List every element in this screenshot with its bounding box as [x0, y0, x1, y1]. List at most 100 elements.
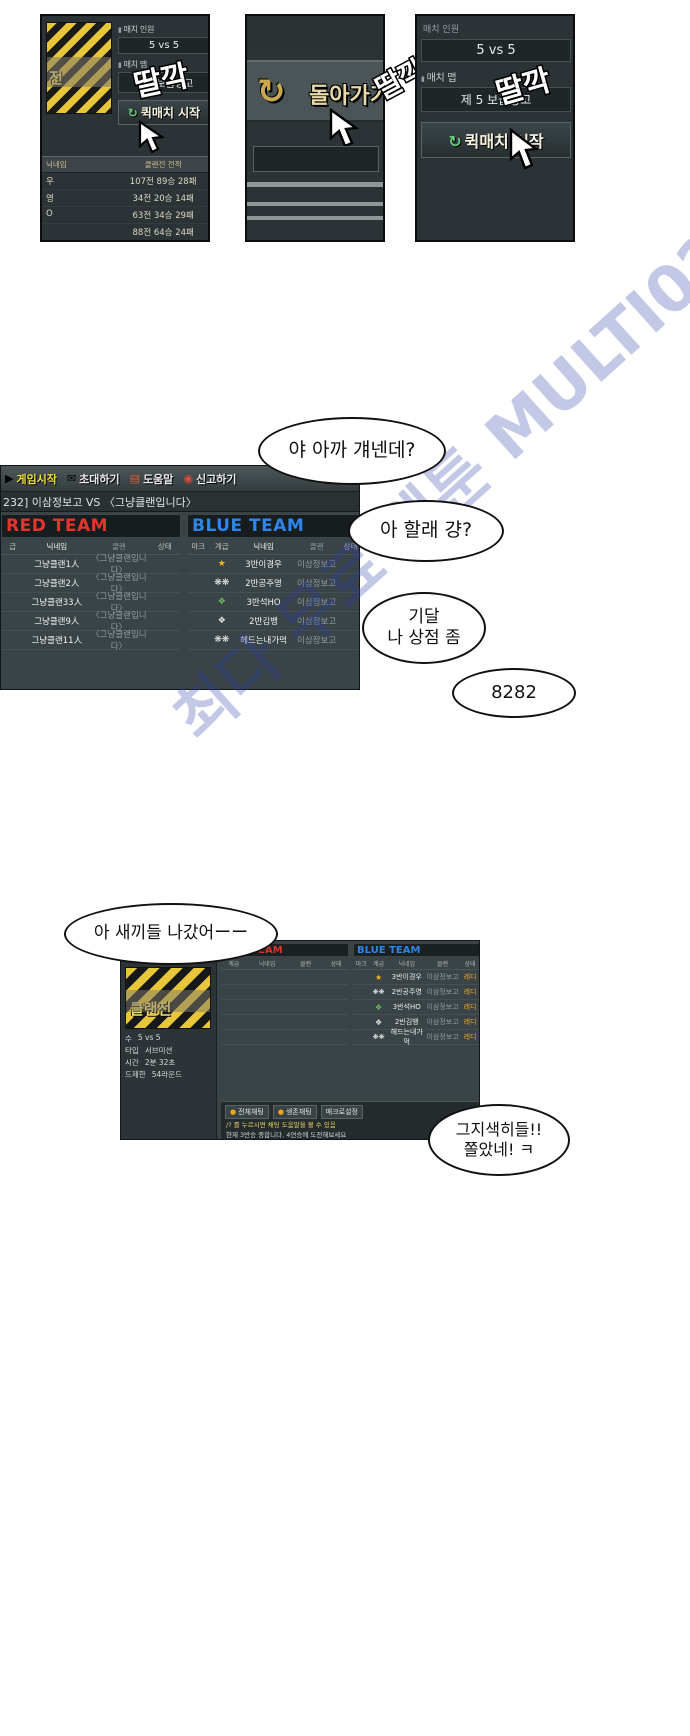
header-nickname: 닉네임 — [253, 542, 274, 551]
cell-status: 레디 — [463, 973, 477, 981]
chat-tab-all[interactable]: ● 전체채팅 — [225, 1105, 269, 1119]
info-row: 시간 2분 32초 — [125, 1057, 175, 1068]
table-row-empty[interactable] — [221, 1000, 349, 1015]
rank-dots-icon: ❋❋ — [372, 1033, 385, 1041]
table-row[interactable]: ❖ 3반석HO 이삼정보고 — [187, 593, 359, 612]
quickmatch-start-button[interactable]: ↻ 퀵매치 시작 — [421, 122, 571, 158]
toolbar-report-label: 신고하기 — [196, 472, 237, 486]
info-row: 수 5 vs 5 — [125, 1033, 161, 1044]
play-icon: ▶ — [5, 472, 14, 485]
bullet-icon: ● — [277, 1108, 284, 1116]
bullet-icon: ● — [230, 1108, 237, 1116]
chat-tab-survivor[interactable]: ● 생존채팅 — [272, 1105, 317, 1119]
quickmatch-start-label: 퀵매치 시작 — [140, 106, 201, 120]
rank-star-icon: ★ — [374, 972, 383, 982]
header-nickname: 닉네임 — [258, 961, 276, 968]
info-value: 5 vs 5 — [137, 1033, 161, 1042]
mouse-cursor-icon — [509, 128, 540, 170]
table-row-empty[interactable] — [221, 1015, 349, 1030]
cell-clan: 이삼정보고 — [297, 579, 337, 589]
toolbar-report[interactable]: ◉ 신고하기 — [183, 471, 236, 487]
cell-nickname: 3반이경우 — [391, 973, 422, 981]
red-team-banner: RED TEAM — [1, 514, 181, 538]
rank-dots-icon: ❋❋ — [372, 988, 385, 996]
refresh-icon: ↻ — [448, 132, 462, 151]
speech-bubble-4: 8282 — [452, 668, 576, 718]
table-row[interactable]: ❖ 3반석HO 이삼정보고 레디 — [353, 1000, 479, 1015]
info-value: 54라운드 — [151, 1070, 182, 1079]
cell-clan: 이삼정보고 — [426, 1018, 459, 1026]
blue-team-title-2: BLUE TEAM — [357, 944, 421, 956]
screenshot-panel-quickmatch-3: 매치 인원 5 vs 5 매치 맵 제 5 보급창고 ↻퀵매치 시작 — [415, 14, 575, 242]
cell-nickname: 그냥클랜33人 — [31, 598, 83, 608]
match-size-label-partial: 매치 인원 — [423, 25, 459, 35]
screenshot-panel-back-2: ↻ 돌아가기 — [245, 14, 385, 242]
table-row[interactable]: 가먹는다 26전 11승 15패 — [42, 241, 208, 242]
top-filler-bar — [247, 16, 383, 50]
cell-record: 107전 89승 28패 — [129, 177, 197, 187]
cell-record: 63전 34승 29패 — [132, 211, 194, 221]
red-team-panel: RED TEAM 급 닉네임 클랜 상태 그냥클랜1人 〈그냥클랜입니다〉 그냥… — [1, 514, 181, 689]
envelope-icon: ✉ — [66, 472, 77, 485]
cell-clan: 이삼정보고 — [297, 617, 337, 627]
cell-nickname: 3반석HO — [246, 598, 281, 608]
cell-clan: 이삼정보고 — [297, 636, 337, 646]
chat-tab-survivor-label: 생존채팅 — [285, 1108, 312, 1116]
cell-nickname: 3반석HO — [392, 1003, 421, 1011]
cell-nickname: 그냥클랜11人 — [31, 636, 83, 646]
table-row[interactable]: 88전 64승 24패 — [42, 224, 208, 240]
cell-record: 34전 20승 14패 — [132, 194, 194, 204]
table-header-row: 닉네임 클랜전 전적 — [42, 156, 208, 173]
header-status: 상태 — [330, 961, 342, 968]
table-row[interactable]: ★ 3반이경우 이삼정보고 — [187, 555, 359, 574]
speech-bubble-5: 아 새끼들 나갔어ーー — [64, 903, 278, 965]
info-value: 서브미션 — [144, 1046, 173, 1055]
table-row[interactable]: ❋❋ 헤드는내가먹 이삼정보고 — [187, 631, 359, 650]
chat-tab-macro[interactable]: 매크로설정 — [320, 1105, 363, 1119]
blue-team-banner: BLUE TEAM — [187, 514, 359, 538]
info-label: 시간 — [125, 1058, 139, 1067]
match-size-value: 5 vs 5 — [118, 37, 208, 54]
table-row[interactable]: 영 34전 20승 14패 — [42, 190, 208, 207]
cell-clan: 이삼정보고 — [426, 988, 459, 996]
table-row[interactable]: ❋❋ 2반공주영 이삼정보고 — [187, 574, 359, 593]
header-status: 상태 — [464, 961, 476, 968]
header-rank: 계급 — [214, 542, 229, 551]
speech-bubble-1: 야 아까 걔넨데? — [258, 417, 446, 485]
table-row-empty[interactable] — [221, 1030, 349, 1045]
rank-green-icon: ❖ — [374, 1002, 383, 1012]
blue-team-panel: BLUE TEAM 마크 계급 닉네임 클랜 상태 ★ 3반이경우 이삼정보고 … — [187, 514, 359, 689]
book-icon: ▤ — [129, 472, 141, 485]
cell-nickname: O — [46, 209, 53, 219]
table-row[interactable]: O 63전 34승 29패 — [42, 207, 208, 224]
toolbar-game-start[interactable]: ▶ 게임시작 — [5, 471, 57, 487]
info-label: 드제한 — [125, 1070, 146, 1079]
map-thumbnail-label: 전 — [49, 69, 63, 87]
table-row[interactable]: ❋❋ 2반공주영 이삼정보고 레디 — [353, 985, 479, 1000]
info-label: 수 — [125, 1034, 132, 1043]
table-row-empty[interactable] — [221, 985, 349, 1000]
table-row-empty[interactable] — [221, 970, 349, 985]
header-mark: 마크 — [191, 542, 206, 551]
header-status: 상태 — [157, 542, 172, 551]
rank-dots-icon: ❋❋ — [214, 635, 230, 645]
chat-tab-macro-label: 매크로설정 — [325, 1108, 358, 1116]
toolbar-invite[interactable]: ✉ 초대하기 — [67, 471, 120, 487]
toolbar-help[interactable]: ▤ 도움말 — [130, 471, 174, 487]
cell-nickname — [42, 226, 118, 238]
info-row: 타입 서브미션 — [125, 1045, 172, 1056]
cell-nickname: 그냥클랜1人 — [34, 560, 80, 570]
table-row[interactable]: ❖ 2반김뱅 이삼정보고 — [187, 612, 359, 631]
siren-icon: ◉ — [183, 472, 194, 485]
red-team-panel-2: RED TEAM 계급 닉네임 클랜 상태 — [221, 943, 349, 1103]
table-row[interactable]: ❋❋ 헤드는내가먹 이삼정보고 레디 — [353, 1028, 479, 1046]
header-nickname: 닉네임 — [46, 542, 68, 551]
header-rank: 급 — [9, 542, 17, 551]
table-row[interactable]: 그냥클랜11人 〈그냥클랜입니다〉 — [1, 630, 181, 652]
table-row[interactable]: 우 107전 89승 28패 — [42, 173, 208, 190]
cell-clan: 이삼정보고 — [426, 973, 459, 981]
map-info-pane: 정보 맵변경 클랜전 수 5 vs 5 타입 서브미션 시간 2분 32초 드제… — [121, 941, 217, 1139]
cell-nickname: 3반이경우 — [245, 560, 282, 570]
table-row[interactable]: ★ 3반이경우 이삼정보고 레디 — [353, 970, 479, 985]
divider-line — [247, 182, 383, 187]
